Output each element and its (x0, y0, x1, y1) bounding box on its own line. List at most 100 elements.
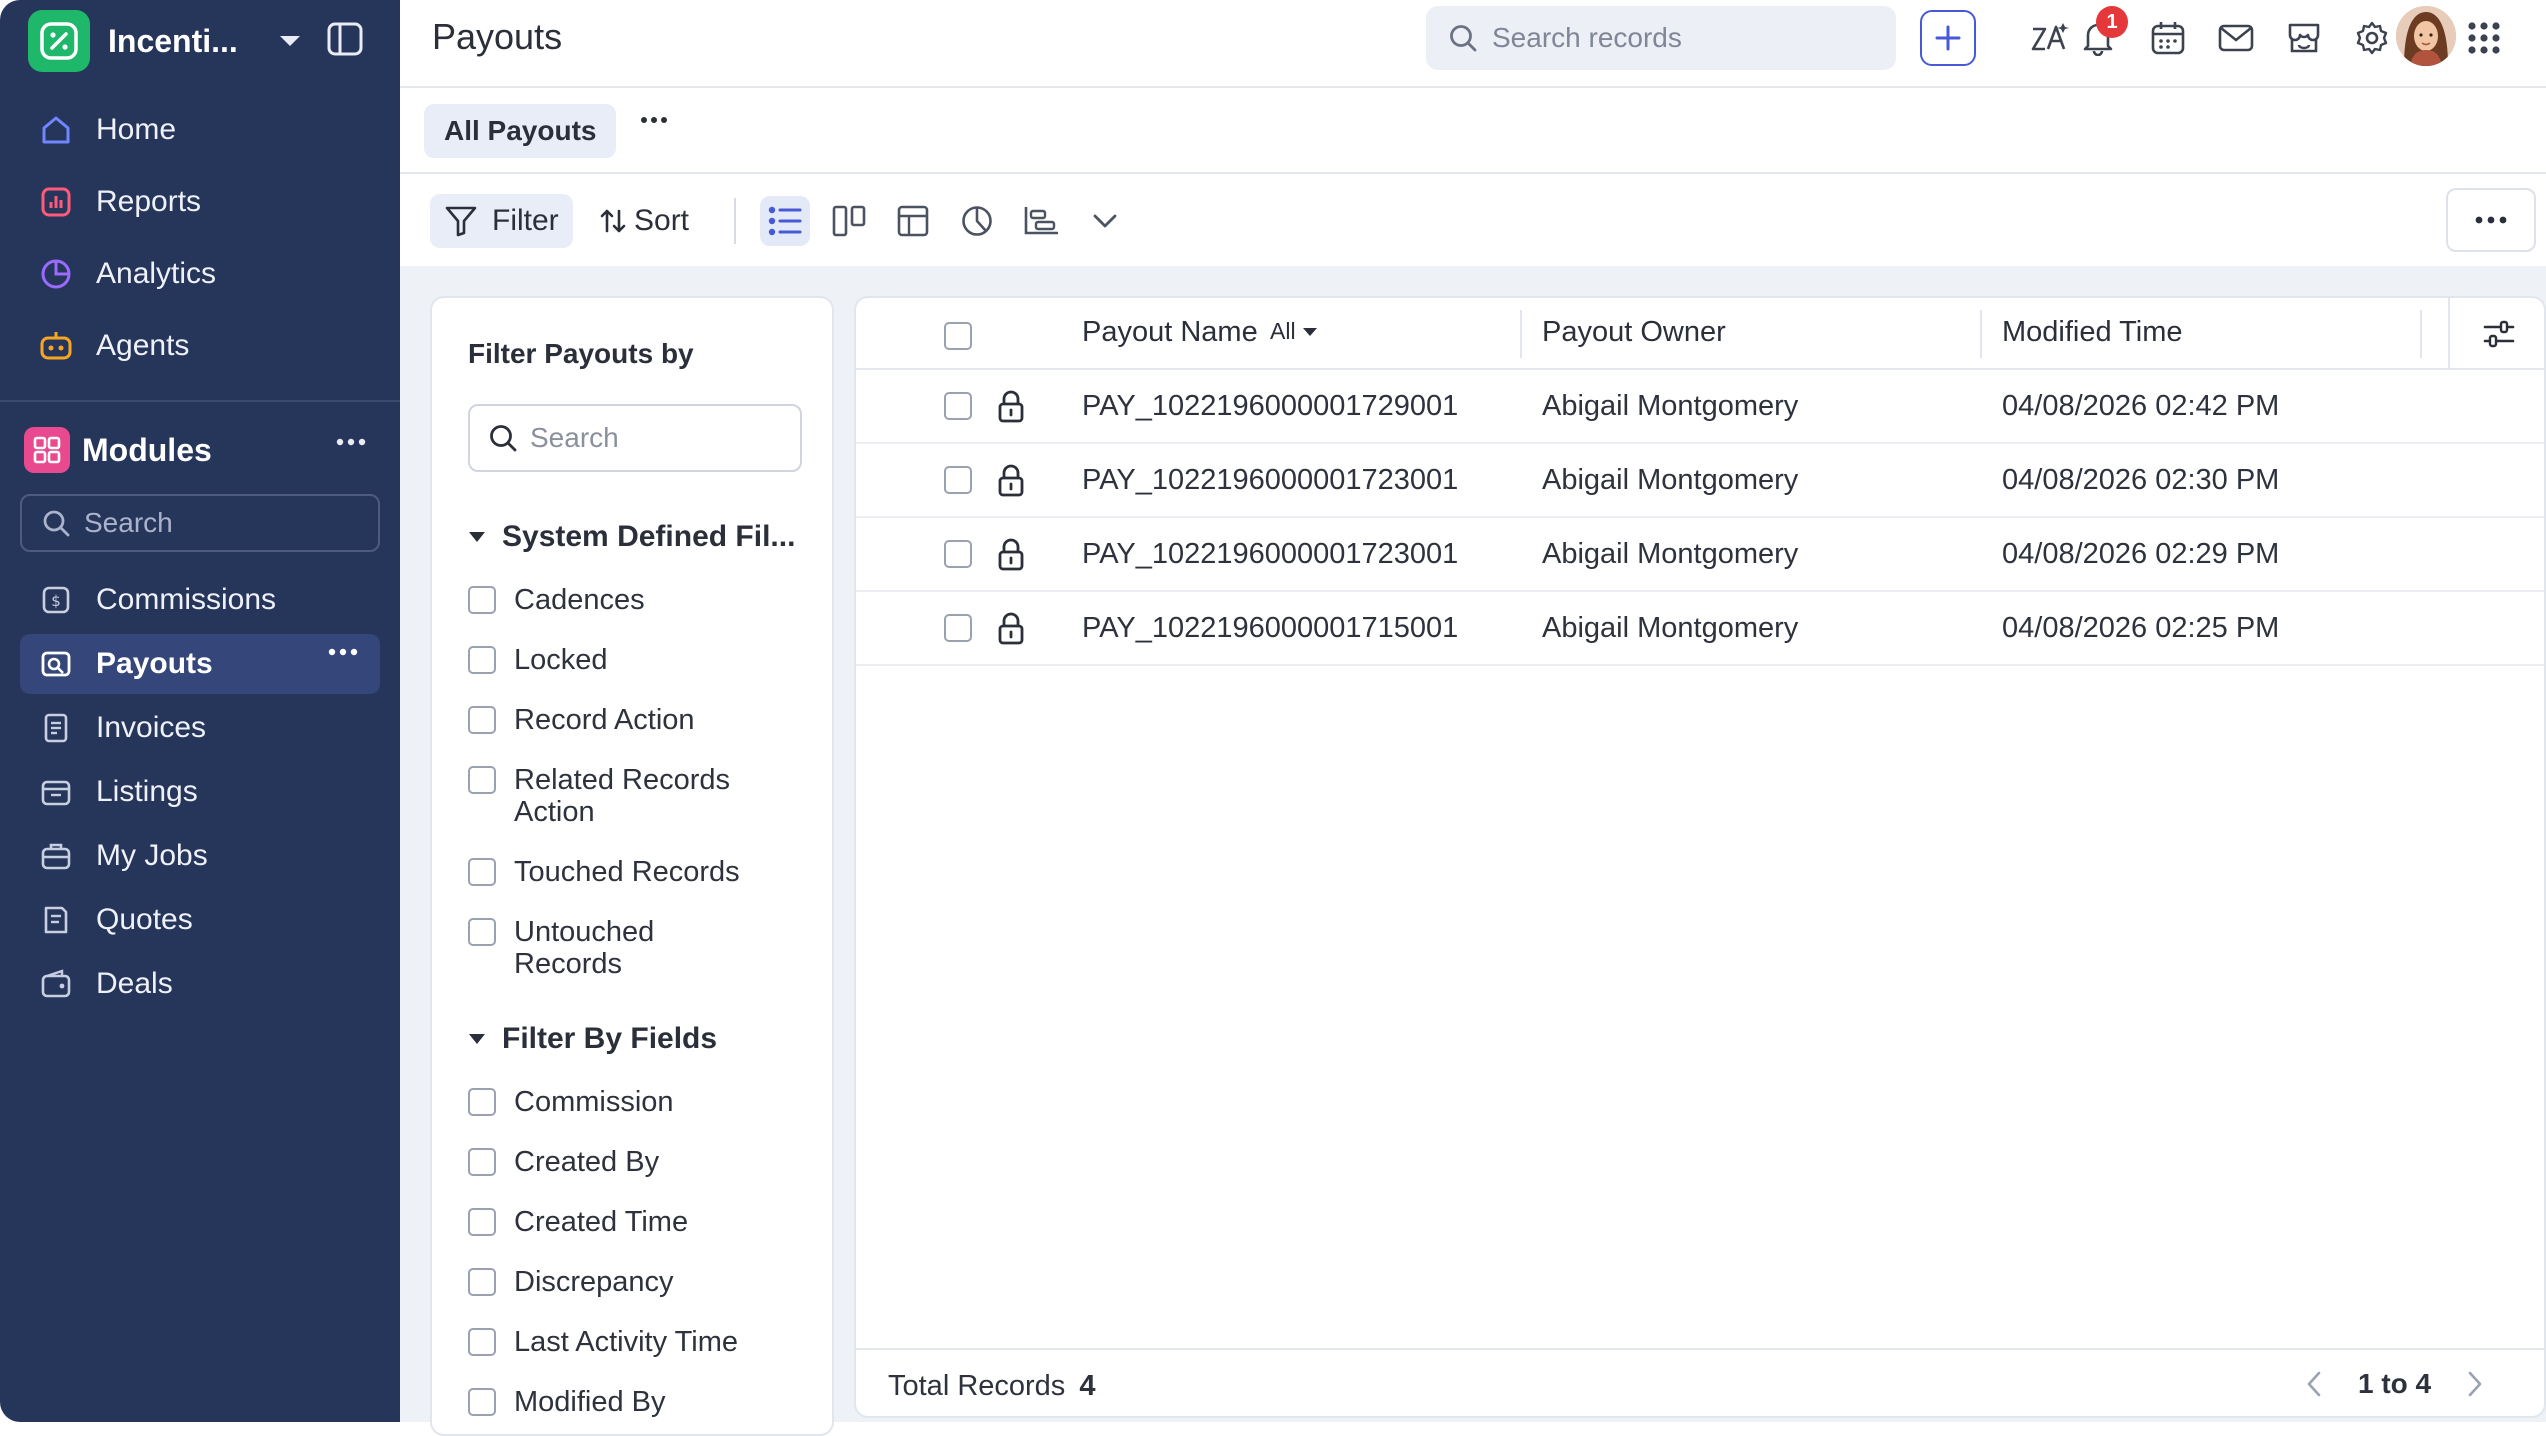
select-all-checkbox[interactable] (944, 322, 972, 350)
settings-gear-icon[interactable] (2352, 18, 2392, 58)
chevron-left-icon[interactable] (2306, 1371, 2322, 1397)
column-settings-icon[interactable] (2448, 298, 2544, 370)
filter-option-discrepancy[interactable]: Discrepancy (468, 1266, 764, 1298)
sort-label: Sort (634, 204, 690, 237)
checkbox[interactable] (468, 586, 496, 614)
filter-option-untouched-records[interactable]: Untouched Records (468, 916, 764, 980)
record-search-field[interactable] (1426, 6, 1896, 70)
cell-payout-name[interactable]: PAY_1022196000001723001 (1082, 538, 1458, 571)
checkbox[interactable] (468, 1208, 496, 1236)
sidebar-toggle-icon[interactable] (326, 20, 364, 58)
sidebar-item-analytics[interactable]: Analytics (20, 244, 380, 304)
user-avatar[interactable] (2396, 6, 2456, 66)
filter-button[interactable]: Filter (430, 194, 573, 248)
checkbox[interactable] (468, 1268, 496, 1296)
lock-icon (996, 538, 1026, 572)
column-resize-handle[interactable] (1980, 310, 1982, 358)
sidebar-item-my-jobs[interactable]: My Jobs (20, 826, 380, 886)
module-search-input[interactable] (84, 507, 364, 539)
checkbox[interactable] (468, 1088, 496, 1116)
more-actions-button[interactable] (2446, 188, 2536, 252)
search-icon (1448, 23, 1478, 53)
checkbox[interactable] (468, 646, 496, 674)
filter-search-field[interactable] (468, 404, 802, 472)
list-toolbar: Filter Sort (400, 174, 2546, 266)
chevron-right-icon[interactable] (2467, 1371, 2483, 1397)
marketplace-icon[interactable] (2284, 18, 2324, 58)
filter-option-last-activity-time[interactable]: Last Activity Time (468, 1326, 764, 1358)
calendar-icon[interactable] (2148, 18, 2188, 58)
checkbox[interactable] (468, 706, 496, 734)
sidebar-item-quotes[interactable]: Quotes (20, 890, 380, 950)
ai-assistant-icon[interactable] (2030, 18, 2070, 58)
checkbox[interactable] (468, 858, 496, 886)
table-row[interactable]: PAY_1022196000001715001 Abigail Montgome… (856, 592, 2544, 666)
column-resize-handle[interactable] (2420, 310, 2422, 358)
filter-option-touched-records[interactable]: Touched Records (468, 856, 764, 888)
sidebar-item-payouts[interactable]: Payouts (20, 634, 380, 694)
cell-payout-name[interactable]: PAY_1022196000001729001 (1082, 390, 1458, 423)
tab-all-payouts[interactable]: All Payouts (424, 104, 617, 158)
more-horizontal-icon[interactable] (336, 438, 366, 446)
system-filters-section-toggle[interactable]: System Defined Fil... (468, 520, 795, 554)
row-checkbox[interactable] (944, 466, 972, 494)
column-resize-handle[interactable] (1520, 310, 1522, 358)
sidebar-item-listings[interactable]: Listings (20, 762, 380, 822)
field-filters-section-toggle[interactable]: Filter By Fields (468, 1022, 717, 1056)
app-grid-icon[interactable] (2464, 18, 2504, 58)
more-horizontal-icon[interactable] (328, 648, 358, 656)
row-checkbox[interactable] (944, 392, 972, 420)
view-bar: All Payouts (400, 88, 2546, 174)
filter-option-related-records-action[interactable]: Related Records Action (468, 764, 764, 828)
table-row[interactable]: PAY_1022196000001729001 Abigail Montgome… (856, 370, 2544, 444)
filter-search-input[interactable] (530, 422, 790, 454)
sidebar-item-invoices[interactable]: Invoices (20, 698, 380, 758)
module-search-field[interactable] (20, 494, 380, 552)
checkbox[interactable] (468, 1148, 496, 1176)
timeline-view-icon[interactable] (1016, 196, 1066, 246)
filter-option-locked[interactable]: Locked (468, 644, 764, 676)
list-view-icon[interactable] (760, 196, 810, 246)
row-checkbox[interactable] (944, 614, 972, 642)
table-view-icon[interactable] (888, 196, 938, 246)
add-record-button[interactable] (1920, 10, 1976, 66)
sort-button[interactable]: Sort (600, 194, 689, 248)
more-horizontal-icon[interactable] (640, 116, 668, 124)
row-checkbox[interactable] (944, 540, 972, 568)
sidebar-item-agents[interactable]: Agents (20, 316, 380, 376)
name-filter-dropdown[interactable]: All (1270, 318, 1318, 345)
chevron-down-icon[interactable] (1080, 196, 1130, 246)
column-header-payout-name[interactable]: Payout Name (1082, 316, 1258, 349)
checkbox[interactable] (468, 918, 496, 946)
record-search-input[interactable] (1492, 22, 1872, 54)
caret-down-icon (469, 1034, 485, 1044)
checkbox[interactable] (468, 1388, 496, 1416)
column-header-modified-time[interactable]: Modified Time (2002, 316, 2183, 349)
search-icon (488, 423, 518, 453)
checkbox[interactable] (468, 766, 496, 794)
sidebar-item-reports[interactable]: Reports (20, 172, 380, 232)
sidebar-item-deals[interactable]: Deals (20, 954, 380, 1014)
cell-payout-name[interactable]: PAY_1022196000001715001 (1082, 612, 1458, 645)
cell-payout-name[interactable]: PAY_1022196000001723001 (1082, 464, 1458, 497)
filter-option-created-by[interactable]: Created By (468, 1146, 764, 1178)
sidebar-item-commissions[interactable]: $ Commissions (20, 570, 380, 630)
filter-option-commission[interactable]: Commission (468, 1086, 764, 1118)
kanban-view-icon[interactable] (824, 196, 874, 246)
checkbox[interactable] (468, 1328, 496, 1356)
sidebar-item-label: Reports (96, 185, 202, 218)
filter-option-record-action[interactable]: Record Action (468, 704, 764, 736)
table-row[interactable]: PAY_1022196000001723001 Abigail Montgome… (856, 518, 2544, 592)
table-row[interactable]: PAY_1022196000001723001 Abigail Montgome… (856, 444, 2544, 518)
mail-icon[interactable] (2216, 18, 2256, 58)
filter-option-label: Locked (514, 644, 608, 676)
svg-text:$: $ (51, 592, 61, 610)
chart-view-icon[interactable] (952, 196, 1002, 246)
analytics-icon (36, 254, 76, 294)
sidebar-item-home[interactable]: Home (20, 100, 380, 160)
column-header-payout-owner[interactable]: Payout Owner (1542, 316, 1726, 349)
filter-option-cadences[interactable]: Cadences (468, 584, 764, 616)
filter-option-modified-by[interactable]: Modified By (468, 1386, 764, 1418)
cell-payout-owner: Abigail Montgomery (1542, 538, 1799, 570)
filter-option-created-time[interactable]: Created Time (468, 1206, 764, 1238)
